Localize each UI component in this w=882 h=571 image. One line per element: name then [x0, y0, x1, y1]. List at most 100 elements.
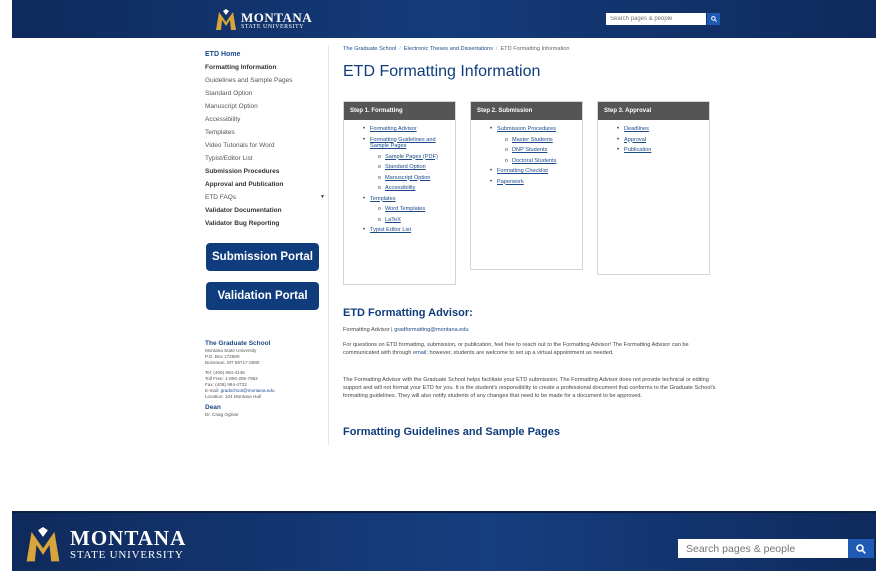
sidebar-item-typist-editor-list[interactable]: Typist/Editor List [205, 152, 325, 165]
list-item: Submission Procedures [477, 126, 576, 133]
advisor-prefix: Formatting Advisor | [343, 327, 395, 333]
link-master-students[interactable]: Master Students [512, 137, 553, 143]
contact-email-link[interactable]: gradschool@montana.edu [221, 388, 275, 393]
breadcrumb-graduate-school[interactable]: The Graduate School [343, 46, 396, 52]
link-publication[interactable]: Publication [624, 147, 651, 153]
list-item: DNP Students [477, 147, 576, 154]
link-submission-procedures[interactable]: Submission Procedures [497, 126, 556, 132]
contact-email-label: E-mail: [205, 388, 221, 393]
list-item: Deadlines [604, 126, 703, 133]
link-approval[interactable]: Approval [624, 137, 646, 143]
sidebar-item-validator-bug-reporting[interactable]: Validator Bug Reporting [205, 217, 325, 230]
caret-down-icon[interactable]: ▼ [320, 191, 325, 204]
breadcrumb-separator: / [495, 46, 498, 52]
breadcrumb: The Graduate School / Electronic Theses an… [343, 46, 569, 52]
contact-block: The Graduate School Montana State Univer… [205, 340, 325, 418]
sidebar-item-manuscript-option[interactable]: Manuscript Option [205, 100, 325, 113]
list-item: Doctoral Students [477, 158, 576, 165]
footer-search-button[interactable] [848, 539, 874, 558]
list-item: LaTeX [350, 217, 449, 224]
site-header: MONTANA STATE UNIVERSITY [12, 0, 876, 38]
list-item: Templates [350, 196, 449, 203]
list-item: Word Templates [350, 206, 449, 213]
link-sample-pages[interactable]: Sample Pages (PDF) [385, 154, 438, 160]
validation-portal-button[interactable]: Validation Portal [206, 282, 319, 310]
dean-name: Dr. Craig Ogilvie [205, 412, 239, 417]
list-item: Approval [604, 137, 703, 144]
list-item: Standard Option [350, 164, 449, 171]
search-icon [710, 16, 717, 22]
footer-search-input[interactable] [678, 539, 858, 558]
list-item: Accessibility [350, 185, 449, 192]
sidebar-item-templates[interactable]: Templates [205, 126, 325, 139]
page-title: ETD Formatting Information [343, 63, 541, 80]
advisor-heading: ETD Formatting Advisor: [343, 307, 473, 319]
sidebar-divider [328, 45, 329, 445]
sidebar-item-approval-publication[interactable]: Approval and Publication [205, 178, 325, 191]
msu-m-logo-icon [24, 527, 62, 563]
footer-logo-line-1: MONTANA [70, 526, 187, 551]
footer-logo-line-2: STATE UNIVERSITY [70, 549, 184, 562]
advisor-contact-line: Formatting Advisor | gradformatting@mont… [343, 326, 717, 334]
contact-location: Location: 104 Montana Hall [205, 394, 261, 399]
submission-portal-button[interactable]: Submission Portal [206, 243, 319, 271]
advisor-email-link[interactable]: gradformatting@montana.edu [394, 327, 468, 333]
sidebar-item-etd-home[interactable]: ETD Home [205, 48, 325, 61]
sidebar-item-accessibility[interactable]: Accessibility [205, 113, 325, 126]
link-formatting-guidelines[interactable]: Formatting Guidelines and Sample Pages [370, 137, 436, 150]
sidebar-item-guidelines[interactable]: Guidelines and Sample Pages [205, 74, 325, 87]
link-word-templates[interactable]: Word Templates [385, 206, 425, 212]
link-dnp-students[interactable]: DNP Students [512, 147, 547, 153]
link-formatting-checklist[interactable]: Formatting Checklist [497, 168, 548, 174]
list-item: Formatting Checklist [477, 168, 576, 175]
list-item: Manuscript Option [350, 175, 449, 182]
contact-org: The Graduate School [205, 340, 271, 347]
breadcrumb-separator: / [399, 46, 401, 52]
header-search-button[interactable] [707, 13, 720, 25]
list-item: Formatting Advisor [350, 126, 449, 133]
sidebar-item-formatting-information[interactable]: Formatting Information [205, 61, 325, 74]
step-3-heading: Step 3. Approval [598, 102, 709, 120]
list-item: Publication [604, 147, 703, 154]
link-standard-option[interactable]: Standard Option [385, 164, 426, 170]
step-2-card: Step 2. Submission Submission Procedures… [470, 101, 583, 270]
link-typist-editor-list[interactable]: Typist Editor List [370, 227, 411, 233]
site-footer: MONTANA STATE UNIVERSITY [12, 511, 876, 571]
link-manuscript-option[interactable]: Manuscript Option [385, 175, 430, 181]
step-3-card: Step 3. Approval Deadlines Approval Publ… [597, 101, 710, 275]
step-2-heading: Step 2. Submission [471, 102, 582, 120]
header-search-input[interactable] [606, 13, 706, 25]
link-accessibility[interactable]: Accessibility [385, 185, 415, 191]
sidebar-item-etd-faqs[interactable]: ETD FAQs ▼ [205, 191, 325, 204]
sidebar-item-label: ETD FAQs [205, 194, 237, 201]
link-doctoral-students[interactable]: Doctoral Students [512, 158, 556, 164]
step-1-heading: Step 1. Formatting [344, 102, 455, 120]
link-latex[interactable]: LaTeX [385, 217, 401, 223]
sidebar-item-submission-procedures[interactable]: Submission Procedures [205, 165, 325, 178]
sidebar-nav: ETD Home Formatting Information Guidelin… [205, 48, 325, 230]
sidebar-item-video-tutorials[interactable]: Video Tutorials for Word [205, 139, 325, 152]
list-item: Formatting Guidelines and Sample Pages [350, 137, 449, 150]
guidelines-heading: Formatting Guidelines and Sample Pages [343, 426, 560, 438]
sidebar-item-standard-option[interactable]: Standard Option [205, 87, 325, 100]
link-paperwork[interactable]: Paperwork [497, 179, 524, 185]
search-icon [856, 543, 866, 554]
para1-email-link[interactable]: email [413, 350, 426, 356]
sidebar-item-validator-documentation[interactable]: Validator Documentation [205, 204, 325, 217]
logo-line-1: MONTANA [241, 9, 313, 25]
header-logo[interactable]: MONTANA STATE UNIVERSITY [215, 7, 312, 33]
breadcrumb-current: ETD Formatting Information [500, 46, 570, 52]
list-item: Paperwork [477, 179, 576, 186]
logo-line-2: STATE UNIVERSITY [241, 23, 305, 30]
advisor-paragraph-1: For questions on ETD formatting, submiss… [343, 341, 717, 357]
breadcrumb-etd[interactable]: Electronic Theses and Dissertations [404, 46, 493, 52]
link-templates[interactable]: Templates [370, 196, 396, 202]
advisor-paragraph-2: The Formatting Advisor with the Graduate… [343, 377, 716, 400]
footer-logo[interactable]: MONTANA STATE UNIVERSITY [24, 527, 186, 563]
list-item: Typist Editor List [350, 227, 449, 234]
link-formatting-advisor[interactable]: Formatting Advisor [370, 126, 417, 132]
para1-text-b: ; however, students are welcome to set u… [426, 350, 614, 357]
msu-m-logo-icon [215, 9, 237, 31]
link-deadlines[interactable]: Deadlines [624, 126, 649, 132]
dean-title: Dean [205, 404, 221, 411]
